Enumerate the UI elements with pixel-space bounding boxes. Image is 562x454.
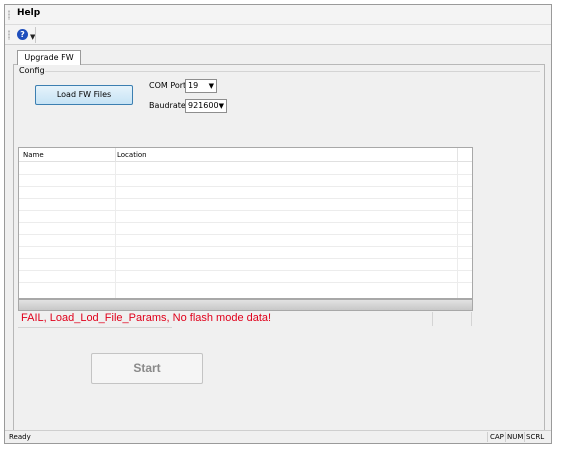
progress-bar [18,299,473,311]
column-header-location[interactable]: Location [117,151,147,159]
status-ready: Ready [9,433,31,441]
column-header-name[interactable]: Name [23,151,44,159]
baudrate-value: 921600 [188,101,219,110]
status-message: FAIL, Load_Lod_File_Params, No flash mod… [21,312,272,324]
row-gridline [19,282,472,283]
config-divider [45,71,540,72]
menu-help[interactable]: Help [17,8,40,18]
toolbar: ? ▼ [5,25,551,45]
indicator-separator [505,432,506,442]
row-gridline [19,222,472,223]
column-gridline [457,162,458,298]
indicator-separator [487,432,488,442]
row-gridline [19,198,472,199]
baudrate-label: Baudrate: [149,101,189,110]
file-list[interactable]: Name Location [18,147,473,299]
config-group-label: Config [19,66,45,75]
indicator-num: NUM [507,433,524,441]
row-gridline [19,258,472,259]
row-gridline [19,246,472,247]
tab-upgrade-fw[interactable]: Upgrade FW [17,50,81,65]
row-gridline [19,234,472,235]
file-list-header: Name Location [19,148,472,162]
question-circle-icon[interactable]: ? [17,29,28,40]
indicator-cap: CAP [490,433,504,441]
row-gridline [19,210,472,211]
start-button[interactable]: Start [91,353,203,384]
menu-bar: Help [5,5,551,25]
indicator-separator [524,432,525,442]
chevron-down-icon: ▼ [208,82,214,90]
column-separator [457,148,458,162]
row-gridline [19,270,472,271]
load-fw-files-button[interactable]: Load FW Files [35,85,133,105]
com-port-select[interactable]: 19 ▼ [185,79,217,93]
indicator-scrl: SCRL [526,433,545,441]
row-gridline [19,174,472,175]
row-gridline [19,186,472,187]
toolbar-separator [35,27,36,43]
com-port-label: COM Port: [149,81,189,90]
app-window: Help ? ▼ Upgrade FW Config Load FW Files… [4,4,552,444]
status-separator [432,312,433,326]
toolbar-grip-icon [8,30,10,40]
status-bar: Ready CAP NUM SCRL [5,430,551,443]
chevron-down-icon: ▼ [218,102,224,110]
column-gridline [115,162,116,298]
status-separator [471,312,472,326]
baudrate-select[interactable]: 921600 ▼ [185,99,227,113]
column-separator [115,148,116,162]
menu-grip-icon [8,10,10,20]
status-message-underline [18,327,172,328]
com-port-value: 19 [188,81,199,90]
